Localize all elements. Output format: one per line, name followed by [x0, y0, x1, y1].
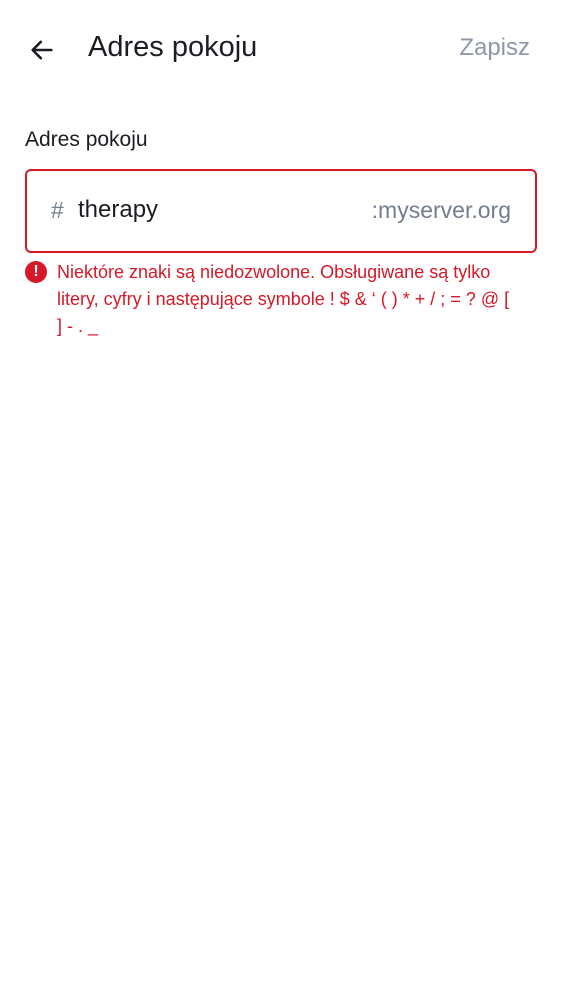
page-title: Adres pokoju	[88, 31, 258, 63]
room-address-label: Adres pokoju	[25, 128, 148, 151]
top-app-bar: Adres pokoju Zapisz	[0, 0, 562, 100]
hash-prefix: #	[51, 197, 64, 223]
exclamation-circle-icon: !	[25, 261, 47, 283]
arrow-left-icon	[31, 40, 53, 60]
error-message: Niektóre znaki są niedozwolone. Obsługiw…	[57, 262, 510, 336]
room-address-field[interactable]: # :myserver.org	[25, 169, 537, 253]
back-button[interactable]	[20, 28, 64, 72]
server-suffix: :myserver.org	[371, 197, 511, 223]
room-address-input[interactable]	[78, 193, 328, 227]
save-button[interactable]: Zapisz	[459, 34, 530, 62]
